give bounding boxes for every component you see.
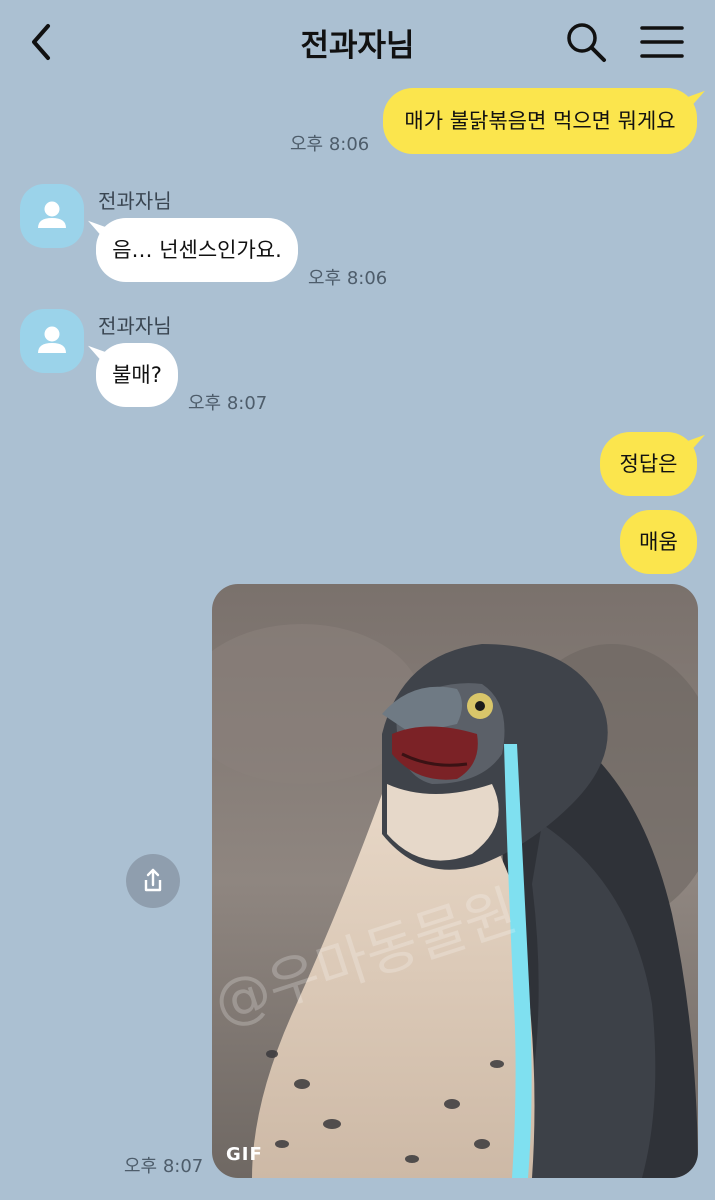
avatar[interactable] xyxy=(20,184,84,248)
user-silhouette-icon xyxy=(38,326,66,353)
message-time: 오후 8:06 xyxy=(290,134,370,155)
chat-header: 전과자님 xyxy=(0,0,715,84)
message-text: 정답은 xyxy=(619,451,678,476)
search-icon xyxy=(567,23,606,62)
message-time: 오후 8:07 xyxy=(124,1156,204,1177)
message-time: 오후 8:06 xyxy=(308,268,388,289)
share-button[interactable] xyxy=(126,854,180,908)
gif-badge: GIF xyxy=(226,1144,263,1165)
message-text: 음… 넌센스인가요. xyxy=(112,237,282,262)
falcon-gif-illustration: @우마동물원 xyxy=(212,584,698,1178)
search-button[interactable] xyxy=(564,20,608,64)
hamburger-menu-icon xyxy=(640,26,684,58)
their-message-bubble[interactable]: 불매? xyxy=(96,343,178,407)
message-text: 매가 불닭볶음면 먹으면 뭐게요 xyxy=(404,108,676,133)
back-button[interactable] xyxy=(24,18,64,66)
my-message-bubble[interactable]: 정답은 xyxy=(600,432,697,496)
my-message-bubble[interactable]: 매가 불닭볶음면 먹으면 뭐게요 xyxy=(383,88,697,154)
user-silhouette-icon xyxy=(38,201,66,228)
menu-button[interactable] xyxy=(638,20,686,64)
sender-name: 전과자님 xyxy=(98,189,172,213)
avatar[interactable] xyxy=(20,309,84,373)
my-message-bubble[interactable]: 매움 xyxy=(620,510,697,574)
chevron-left-icon xyxy=(32,24,50,60)
gif-image[interactable]: @우마동물원 xyxy=(212,584,698,1178)
message-time: 오후 8:07 xyxy=(188,393,268,414)
message-text: 불매? xyxy=(112,362,162,387)
their-message-bubble[interactable]: 음… 넌센스인가요. xyxy=(96,218,298,282)
share-icon xyxy=(144,868,162,892)
sender-name: 전과자님 xyxy=(98,314,172,338)
message-text: 매움 xyxy=(639,529,678,554)
